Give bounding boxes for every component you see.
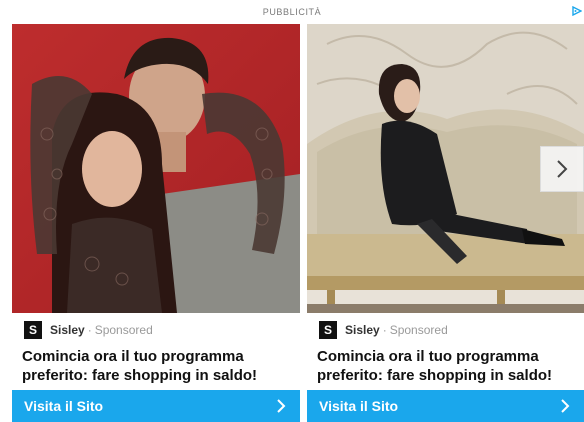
advertising-label: PUBBLICITÀ <box>262 7 322 17</box>
brand-row: S Sisley · Sponsored <box>307 320 584 340</box>
brand-row: S Sisley · Sponsored <box>12 320 300 340</box>
ad-headline[interactable]: Comincia ora il tuo programma preferito:… <box>317 347 584 385</box>
carousel-next-button[interactable] <box>540 146 584 192</box>
separator-dot: · <box>87 323 92 337</box>
ad-card[interactable]: S Sisley · Sponsored Comincia ora il tuo… <box>307 24 584 422</box>
brand-name[interactable]: Sisley <box>50 323 85 337</box>
chevron-right-icon <box>557 160 568 178</box>
visit-site-button[interactable]: Visita il Sito <box>12 390 300 422</box>
ad-headline[interactable]: Comincia ora il tuo programma preferito:… <box>22 347 292 385</box>
brand-logo[interactable]: S <box>319 321 337 339</box>
adchoices-icon[interactable] <box>572 6 582 16</box>
chevron-right-icon <box>561 399 570 413</box>
ad-photo-couple[interactable] <box>12 24 300 313</box>
visit-site-label: Visita il Sito <box>319 398 399 414</box>
visit-site-label: Visita il Sito <box>24 398 104 414</box>
ad-carousel: S Sisley · Sponsored Comincia ora il tuo… <box>0 24 584 422</box>
chevron-right-icon <box>277 399 286 413</box>
brand-logo[interactable]: S <box>24 321 42 339</box>
brand-name[interactable]: Sisley <box>345 323 380 337</box>
ad-card[interactable]: S Sisley · Sponsored Comincia ora il tuo… <box>12 24 300 422</box>
visit-site-button[interactable]: Visita il Sito <box>307 390 584 422</box>
sponsored-label: Sponsored <box>389 323 448 337</box>
sponsored-label: Sponsored <box>94 323 153 337</box>
separator-dot: · <box>382 323 387 337</box>
